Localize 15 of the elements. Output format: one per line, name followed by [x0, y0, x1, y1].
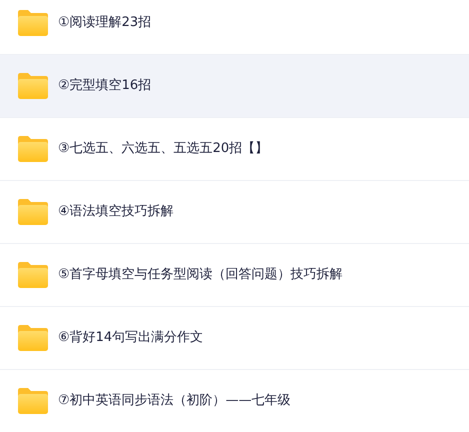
folder-name: ⑥背好14句写出满分作文	[58, 329, 204, 348]
folder-name: ⑤首字母填空与任务型阅读（回答问题）技巧拆解	[58, 266, 343, 284]
folder-icon	[18, 388, 48, 414]
folder-icon	[18, 199, 48, 225]
folder-icon	[18, 325, 48, 351]
folder-name: ⑦初中英语同步语法（初阶）——七年级	[58, 392, 291, 410]
folder-name: ②完型填空16招	[58, 77, 152, 96]
folder-icon	[18, 10, 48, 36]
folder-icon	[18, 136, 48, 162]
folder-icon	[18, 262, 48, 288]
folder-name: ④语法填空技巧拆解	[58, 203, 174, 222]
folder-name: ③七选五、六选五、五选五20招【】	[58, 140, 268, 158]
folder-icon	[18, 73, 48, 99]
folder-name: ①阅读理解23招	[58, 14, 152, 32]
folder-row[interactable]: ②完型填空16招	[0, 54, 469, 117]
